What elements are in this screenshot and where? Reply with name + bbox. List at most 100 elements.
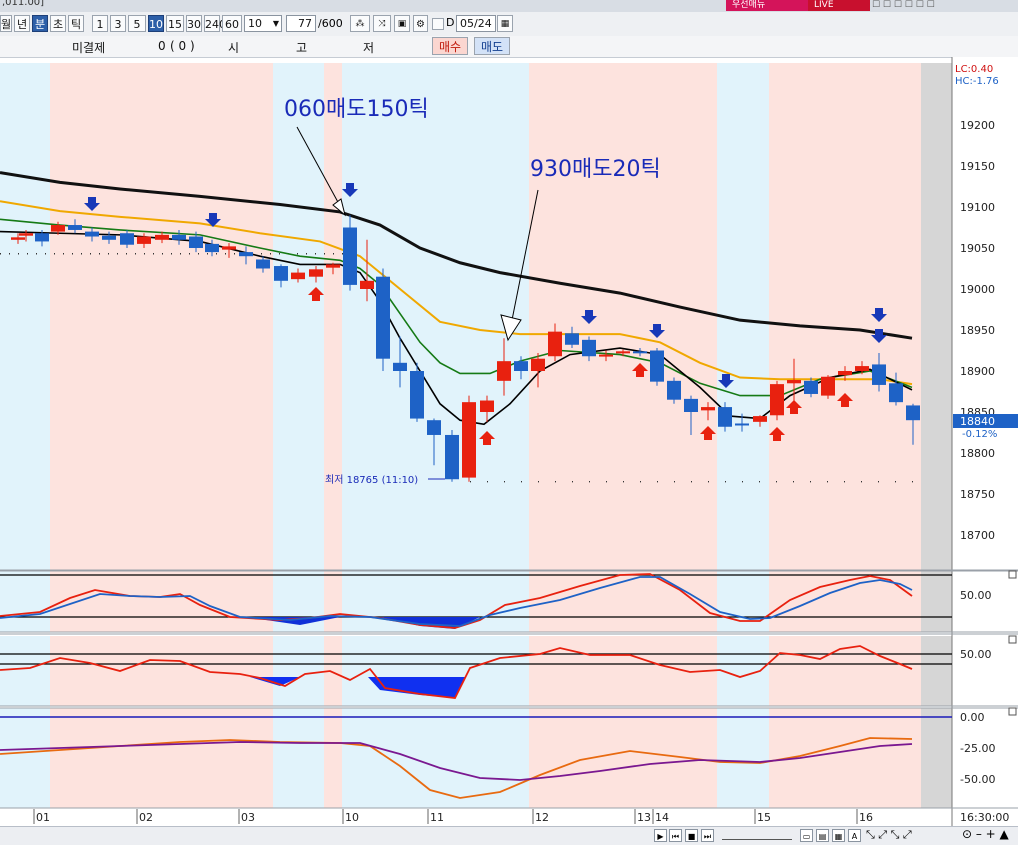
candle-body (445, 434, 459, 480)
candle-body (701, 407, 715, 411)
compare-icon[interactable]: ⤨ (373, 15, 391, 32)
session-band (342, 708, 529, 808)
pattern-icon[interactable]: ⁂ (350, 15, 370, 32)
calendar-icon[interactable]: ▦ (497, 15, 513, 32)
chart-canvas[interactable]: 1920019150191001905019000189501890018850… (0, 57, 1018, 826)
candle-body (838, 371, 852, 376)
split-icon[interactable]: ▤ (816, 829, 829, 842)
save-icon[interactable]: ▣ (394, 15, 410, 32)
interval-select[interactable]: 10 ▼ (244, 15, 282, 32)
session-band (50, 63, 273, 570)
candle-body (343, 227, 357, 285)
candle-body (172, 234, 186, 240)
minute-button-30[interactable]: 30 (186, 15, 202, 32)
candle-body (11, 237, 25, 240)
period-button-4[interactable]: 틱 (68, 15, 84, 32)
session-band (769, 571, 921, 632)
candle-body (633, 351, 647, 354)
minute-button-5[interactable]: 5 (128, 15, 146, 32)
priority-menu-badge[interactable]: 우선매뉴 (726, 0, 812, 11)
candle-body (599, 354, 613, 357)
candle-body (222, 246, 236, 250)
minute-button-60[interactable]: 60 (222, 15, 242, 32)
x-tick-label: 14 (655, 811, 669, 824)
high-label: 고 (296, 41, 308, 55)
candle-body (531, 358, 545, 371)
session-band (717, 708, 769, 808)
x-tick-label: 11 (430, 811, 444, 824)
checkbox-label-icon: D (446, 16, 455, 29)
session-band (50, 708, 273, 808)
minute-button-240[interactable]: 240 (204, 15, 226, 32)
date-input[interactable]: 05/24 (456, 15, 496, 32)
unsettled-value: 0 (158, 39, 166, 53)
period-button-2[interactable]: 분 (32, 15, 48, 32)
candle-body (753, 416, 767, 422)
candle-body (650, 350, 664, 382)
candle-body (51, 225, 65, 232)
window-controls-icon[interactable]: ☐ ☐ ☐ ☐ ☐ ☐ (872, 0, 935, 10)
text-tool-icon[interactable]: A (848, 829, 861, 842)
chart-nav-bar: ▶ ⏮ ■ ⏭ ▭ ▤ ▦ A ⤡ ⤢ ⤡ ⤢ ⊙ – + ▲ (0, 826, 1018, 845)
candle-body (548, 331, 562, 357)
settings-icon[interactable]: ⚙ (413, 15, 428, 32)
x-tick-label: 15 (757, 811, 771, 824)
y-tick-label: 18900 (960, 365, 995, 378)
y-tick-label: 19100 (960, 201, 995, 214)
future-gap (921, 636, 952, 706)
minute-button-1[interactable]: 1 (92, 15, 108, 32)
draw-tools-icon[interactable]: ⤡ ⤢ ⤡ ⤢ (866, 828, 912, 842)
candle-body (360, 280, 374, 289)
session-band (769, 63, 921, 570)
stop-icon[interactable]: ■ (685, 829, 698, 842)
y-tick-label: 19150 (960, 160, 995, 173)
candle-body (291, 272, 305, 280)
layout-icon[interactable]: ▭ (800, 829, 813, 842)
session-band (0, 636, 50, 706)
sell-button[interactable]: 매도 (474, 37, 510, 55)
candle-body (906, 405, 920, 421)
candle-body (137, 236, 151, 244)
x-tick-label: 13 (637, 811, 651, 824)
session-band (324, 63, 342, 570)
current-change-label: -0.12% (962, 429, 997, 440)
live-badge[interactable]: LIVE (808, 0, 870, 11)
period-button-1[interactable]: 년 (14, 15, 30, 32)
zoom-slider[interactable] (722, 831, 792, 840)
last-icon[interactable]: ⏭ (701, 829, 714, 842)
session-band (273, 63, 324, 570)
x-tick-label: 16 (859, 811, 873, 824)
zoom-controls-icon[interactable]: ⊙ – + ▲ (962, 827, 1009, 841)
first-icon[interactable]: ⏮ (669, 829, 682, 842)
candle-body (102, 235, 116, 240)
x-tick-label: 01 (36, 811, 50, 824)
candle-body (480, 400, 494, 412)
session-band (529, 63, 717, 570)
minute-button-10[interactable]: 10 (148, 15, 164, 32)
candle-body (821, 376, 835, 396)
candle-body (35, 233, 49, 242)
minute-button-3[interactable]: 3 (110, 15, 126, 32)
annotation-sell-20: 930매도20틱 (530, 157, 661, 182)
candle-body (497, 361, 511, 381)
x-tick-label: 10 (345, 811, 359, 824)
rsi-tick-label: 50.00 (960, 648, 992, 661)
period-button-0[interactable]: 월 (0, 15, 12, 32)
candle-body (120, 233, 134, 245)
date-checkbox[interactable] (432, 18, 444, 30)
buy-button[interactable]: 매수 (432, 37, 468, 55)
minute-button-15[interactable]: 15 (166, 15, 184, 32)
grid-icon[interactable]: ▦ (832, 829, 845, 842)
candle-body (239, 252, 253, 257)
candle-body (376, 276, 390, 359)
period-button-3[interactable]: 초 (50, 15, 66, 32)
scroll-right-icon[interactable]: ▶ (654, 829, 667, 842)
candle-body (718, 407, 732, 427)
macd-tick-label: -50.00 (960, 773, 995, 786)
open-label: 시 (228, 41, 240, 55)
candle-body (85, 231, 99, 237)
candle-body (326, 264, 340, 268)
candle-body (19, 233, 33, 236)
count-input[interactable]: 77 (286, 15, 316, 32)
candle-body (274, 266, 288, 281)
